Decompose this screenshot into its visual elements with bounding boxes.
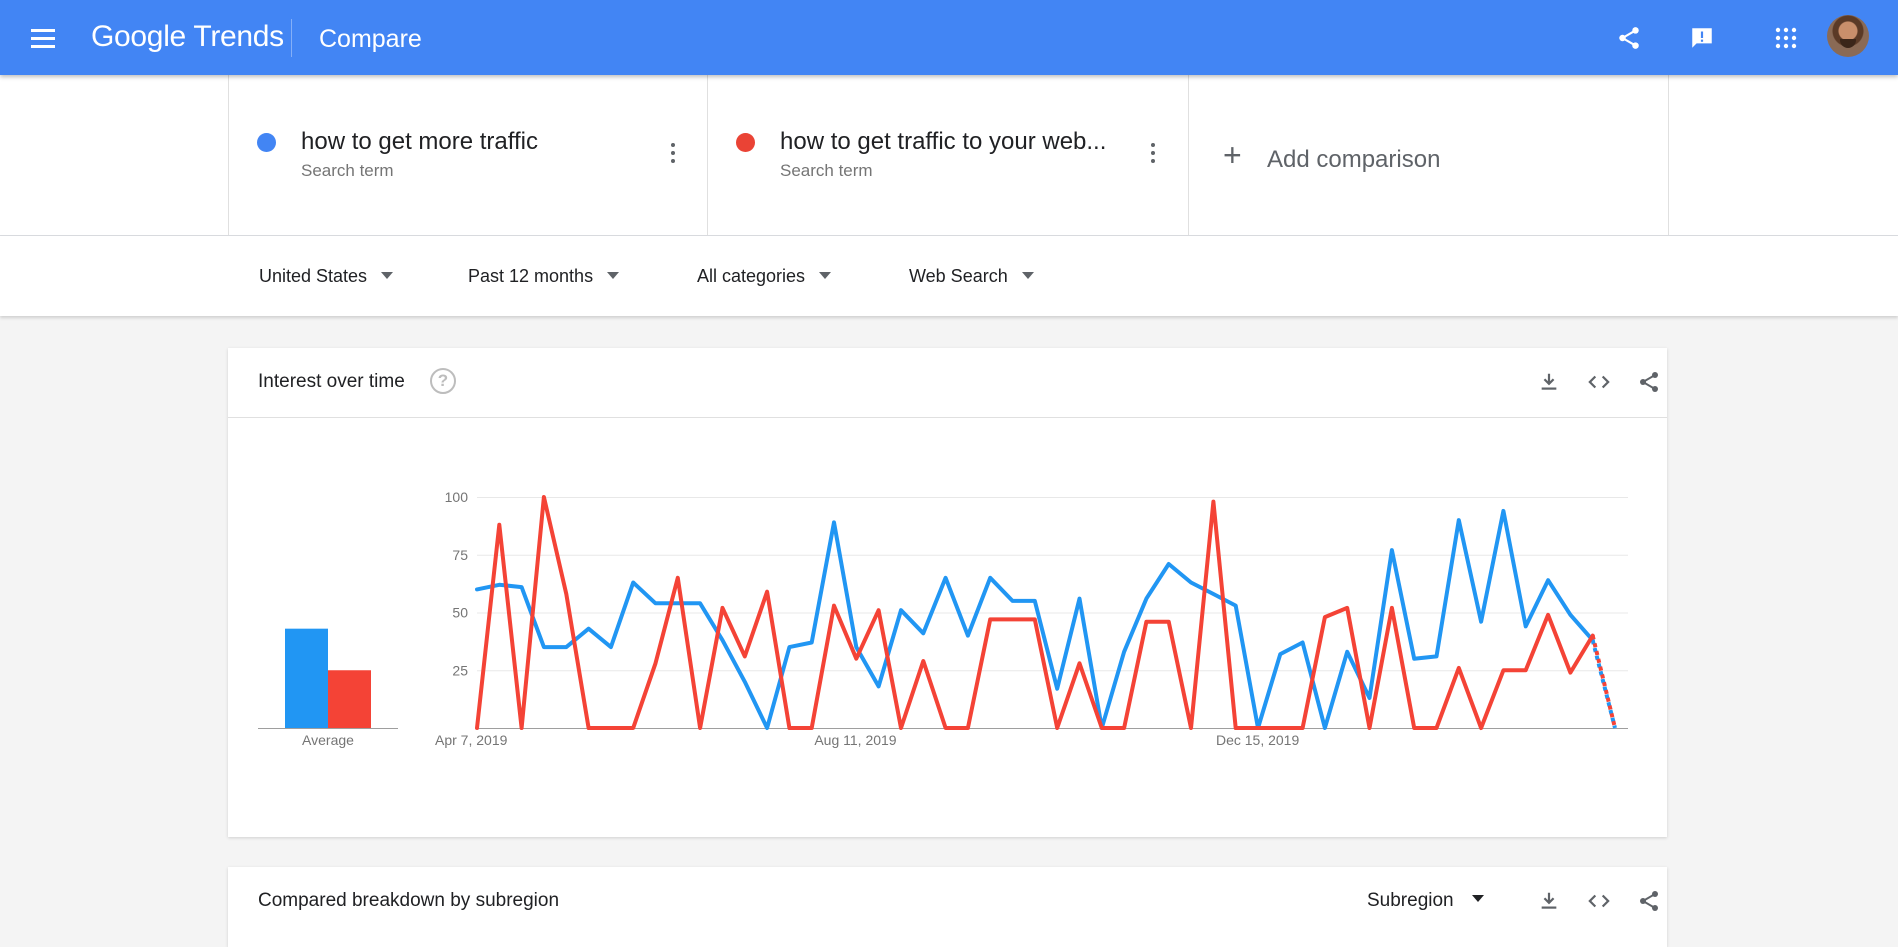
add-comparison-button[interactable]: + Add comparison <box>1188 75 1669 235</box>
search-terms-strip: how to get more traffic Search term how … <box>0 75 1898 236</box>
more-vert-icon[interactable] <box>667 141 679 167</box>
interest-over-time-chart[interactable]: Average 25 50 75 100 Apr 7, 2019 Aug 11, 201… <box>228 348 1667 837</box>
page-title: Compare <box>319 25 422 53</box>
term-type: Search term <box>301 161 394 180</box>
apps-grid-icon[interactable] <box>1766 18 1806 58</box>
search-type-label: Web Search <box>909 266 1008 286</box>
average-bar-1[interactable] <box>285 628 328 728</box>
search-term-2[interactable]: how to get traffic to your web... Search… <box>707 75 1188 235</box>
x-axis-ticks: Apr 7, 2019 Aug 11, 2019 Dec 15, 2019 <box>435 732 1299 748</box>
compared-breakdown-card: Compared breakdown by subregion Subregio… <box>228 867 1667 947</box>
term-color-dot <box>257 133 276 152</box>
term-type: Search term <box>780 161 873 180</box>
menu-icon[interactable] <box>26 24 60 52</box>
share-icon[interactable] <box>1632 884 1666 918</box>
more-vert-icon[interactable] <box>1147 141 1159 167</box>
y-tick-label: 100 <box>445 489 469 505</box>
y-tick-label: 25 <box>452 662 468 678</box>
interest-over-time-card: Interest over time ? Average 25 50 75 100 A… <box>228 348 1667 837</box>
term-name[interactable]: how to get more traffic <box>301 127 538 157</box>
add-comparison-label: Add comparison <box>1267 146 1441 173</box>
share-icon[interactable] <box>1609 18 1649 58</box>
dropdown-arrow-icon <box>607 271 620 279</box>
average-bar-chart: Average <box>258 628 398 748</box>
category-dropdown[interactable]: All categories <box>697 264 832 288</box>
y-tick-label: 50 <box>452 605 468 621</box>
dropdown-arrow-icon <box>1471 895 1484 903</box>
download-icon[interactable] <box>1532 884 1566 918</box>
y-tick-label: 75 <box>452 547 468 563</box>
header-divider <box>291 19 292 57</box>
region-dropdown[interactable]: United States <box>259 264 394 288</box>
account-avatar[interactable] <box>1827 15 1869 57</box>
term-color-dot <box>736 133 755 152</box>
region-label: United States <box>259 266 368 286</box>
card-title: Compared breakdown by subregion <box>258 890 560 911</box>
search-type-dropdown[interactable]: Web Search <box>909 264 1034 288</box>
subregion-label: Subregion <box>1367 890 1454 911</box>
time-range-dropdown[interactable]: Past 12 months <box>468 264 620 288</box>
term-name[interactable]: how to get traffic to your web... <box>780 127 1106 157</box>
average-label: Average <box>302 732 354 748</box>
dropdown-arrow-icon <box>381 271 394 279</box>
category-label: All categories <box>697 266 806 286</box>
feedback-icon[interactable] <box>1682 18 1722 58</box>
x-tick-label: Dec 15, 2019 <box>1216 732 1299 748</box>
x-tick-label: Apr 7, 2019 <box>435 732 508 748</box>
y-axis-ticks: 25 50 75 100 <box>445 489 469 678</box>
embed-code-icon[interactable] <box>1582 884 1616 918</box>
search-term-1[interactable]: how to get more traffic Search term <box>228 75 708 235</box>
average-bar-2[interactable] <box>328 670 371 728</box>
plus-icon: + <box>1223 137 1242 173</box>
subregion-dropdown[interactable]: Subregion <box>1367 889 1484 913</box>
filter-bar: United States Past 12 months All categor… <box>0 236 1898 316</box>
google-trends-logo[interactable]: Google Trends <box>91 18 284 56</box>
x-tick-label: Aug 11, 2019 <box>814 732 896 748</box>
time-range-label: Past 12 months <box>468 266 594 286</box>
dropdown-arrow-icon <box>819 271 832 279</box>
top-app-bar: Google Trends Compare <box>0 0 1898 75</box>
dropdown-arrow-icon <box>1021 271 1034 279</box>
